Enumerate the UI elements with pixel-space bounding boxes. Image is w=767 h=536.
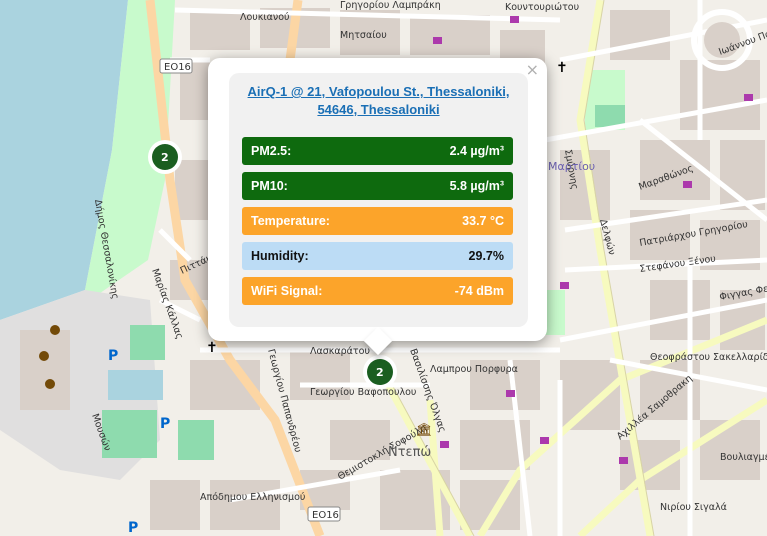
park-block: [595, 105, 625, 127]
svg-text:ΕΟ16: ΕΟ16: [312, 510, 339, 521]
shop-icon: [433, 37, 442, 44]
street-label: Μητσαίου: [340, 30, 387, 41]
reading-pm10: PM10: 5.8 µg/m³: [242, 172, 513, 200]
reading-label: PM10:: [251, 179, 288, 193]
shop-icon: [560, 282, 569, 289]
theatre-icon: [39, 351, 49, 361]
reading-value: -74 dBm: [454, 284, 504, 298]
street-label: Γρηγορίου Λαμπράκη: [340, 0, 441, 11]
reading-value: 33.7 °C: [462, 214, 504, 228]
shop-icon: [683, 181, 692, 188]
road-shield: ΕΟ16: [307, 506, 341, 522]
svg-text:2: 2: [161, 151, 169, 164]
reading-label: WiFi Signal:: [251, 284, 323, 298]
reading-humidity: Humidity: 29.7%: [242, 242, 513, 270]
park-block: [130, 325, 165, 360]
reading-label: Temperature:: [251, 214, 330, 228]
park-block: [102, 410, 157, 458]
close-icon[interactable]: ×: [526, 62, 539, 78]
reading-temperature: Temperature: 33.7 °C: [242, 207, 513, 235]
park-block: [545, 290, 565, 335]
shop-icon: [744, 94, 753, 101]
parking-icon: P: [128, 520, 138, 536]
sensor-title-link[interactable]: AirQ-1 @ 21, Vafopoulou St., Thessalonik…: [229, 83, 528, 119]
reading-value: 5.8 µg/m³: [449, 179, 504, 193]
museum-icon: 🏛: [416, 422, 433, 438]
reading-label: Humidity:: [251, 249, 309, 263]
street-label: Θεοφράστου Σακελλαρίδη: [650, 352, 767, 363]
reading-value: 2.4 µg/m³: [449, 144, 504, 158]
road-shield: ΕΟ16: [159, 58, 193, 74]
street-label: Βουλιαγμένης: [720, 452, 767, 463]
street-label: Νιρίου Σιγαλά: [660, 502, 727, 513]
shop-icon: [619, 457, 628, 464]
street-label: Λασκαράτου: [310, 346, 370, 357]
area-label: Μαρτίου: [548, 160, 595, 173]
street-label: Γεωργίου Βαφοπουλου: [310, 387, 416, 398]
reading-pm25: PM2.5: 2.4 µg/m³: [242, 137, 513, 165]
shop-icon: [506, 390, 515, 397]
shop-icon: [510, 16, 519, 23]
shop-icon: [440, 441, 449, 448]
svg-text:ΕΟ16: ΕΟ16: [164, 62, 191, 73]
sensor-popup: × AirQ-1 @ 21, Vafopoulou St., Thessalon…: [208, 58, 547, 356]
street-label: Λαμπρου Πορφυρα: [430, 364, 518, 375]
park-block: [178, 420, 214, 460]
street-label: Απόδημου Ελληνισμού: [200, 492, 305, 503]
shop-icon: [540, 437, 549, 444]
parking-icon: P: [160, 416, 170, 432]
cluster-marker[interactable]: 2: [148, 140, 182, 174]
street-label: Λουκιανού: [240, 12, 290, 23]
cluster-marker[interactable]: 2: [363, 355, 397, 389]
district-label: Ντεπώ: [388, 445, 431, 460]
reading-wifi-signal: WiFi Signal: -74 dBm: [242, 277, 513, 305]
parking-icon: P: [108, 348, 118, 364]
theatre-icon: [45, 379, 55, 389]
theatre-icon: [50, 325, 60, 335]
street-label: Κουντουριώτου: [505, 2, 579, 13]
popup-content: AirQ-1 @ 21, Vafopoulou St., Thessalonik…: [229, 73, 528, 327]
reading-label: PM2.5:: [251, 144, 292, 158]
church-icon: ✝: [556, 60, 568, 76]
svg-text:2: 2: [376, 366, 384, 379]
church-icon: ✝: [206, 340, 218, 356]
reading-value: 29.7%: [468, 249, 504, 263]
water-basin: [108, 370, 163, 400]
